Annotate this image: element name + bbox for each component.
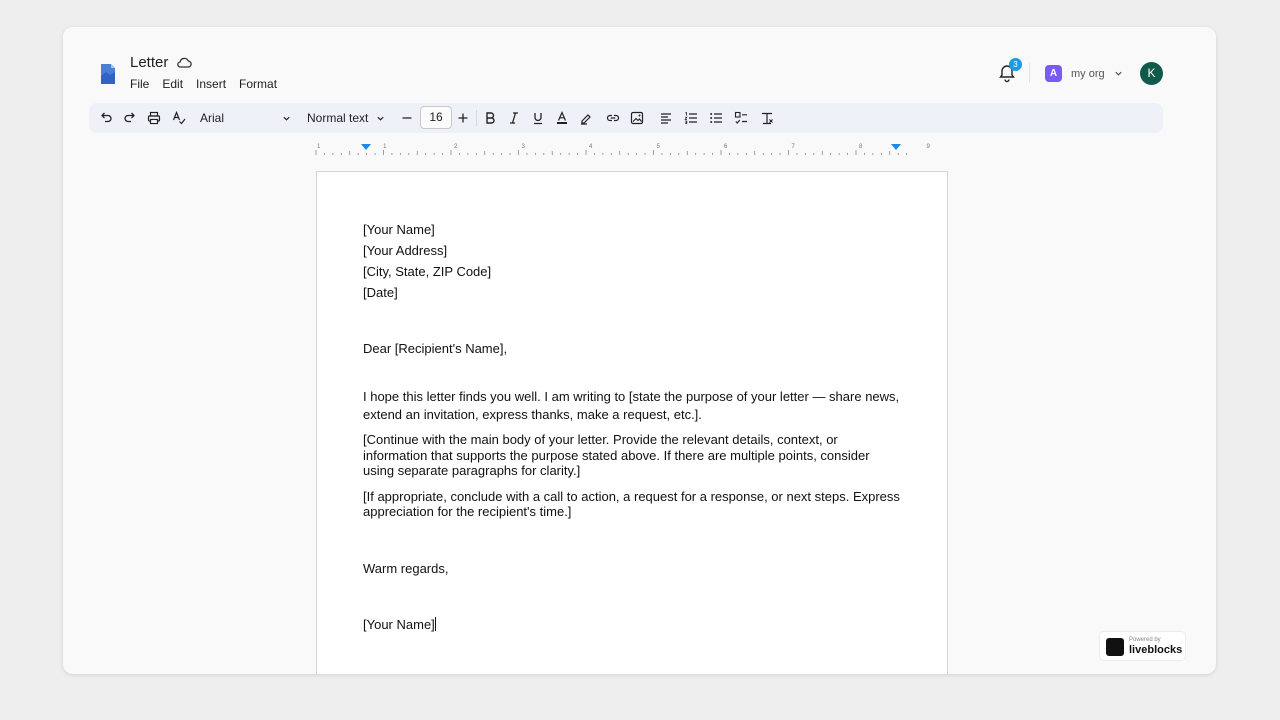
ruler-label: 7 [792, 144, 796, 150]
text-style-chevron-icon[interactable] [376, 114, 385, 123]
ruler: 1 1 2 3 4 5 6 7 8 9 [315, 144, 931, 155]
signature-line: [Your Name] [363, 614, 903, 635]
sender-address-line: [Your Address] [363, 243, 448, 258]
increase-font-size-icon[interactable] [455, 110, 471, 126]
ruler-label: 1 [383, 144, 387, 150]
image-icon[interactable] [629, 110, 645, 126]
italic-icon[interactable] [506, 110, 522, 126]
ruler-label: 8 [859, 144, 863, 150]
salutation: Dear [Recipient's Name], [363, 341, 508, 356]
signature-text: [Your Name] [363, 616, 435, 632]
right-indent-marker-icon[interactable] [891, 144, 901, 150]
font-family-chevron-icon[interactable] [282, 114, 291, 123]
ruler-label: 3 [522, 144, 526, 150]
ruler-label: 4 [589, 144, 593, 150]
org-logo: A [1045, 65, 1062, 82]
org-switcher[interactable]: A my org [1045, 65, 1123, 82]
toolbar-divider [476, 110, 477, 126]
underline-icon[interactable] [530, 110, 546, 126]
document-title[interactable]: Letter [130, 54, 168, 71]
powered-by-badge[interactable]: Powered by liveblocks [1099, 631, 1186, 661]
decrease-font-size-icon[interactable] [399, 110, 415, 126]
bulleted-list-icon[interactable] [708, 110, 724, 126]
align-icon[interactable] [658, 110, 674, 126]
print-icon[interactable] [146, 110, 162, 126]
paragraph-conclusion: [If appropriate, conclude with a call to… [363, 488, 900, 520]
title-row: Letter [130, 54, 193, 71]
ruler-label: 6 [724, 144, 728, 150]
clear-formatting-icon[interactable] [759, 110, 775, 126]
date-line: [Date] [363, 285, 398, 300]
menu-bar: File Edit Insert Format [130, 77, 277, 91]
ruler-label: 9 [927, 144, 931, 150]
undo-icon[interactable] [98, 110, 114, 126]
closing: Warm regards, [363, 560, 449, 576]
font-size-input[interactable]: 16 [420, 106, 452, 129]
notification-count-badge: 3 [1009, 58, 1022, 71]
sender-name-line: [Your Name] [363, 222, 435, 237]
spellcheck-icon[interactable] [171, 110, 187, 126]
org-name: my org [1071, 67, 1105, 80]
sender-city-line: [City, State, ZIP Code] [363, 264, 492, 279]
formatting-toolbar: Arial Normal text 16 [89, 103, 1163, 133]
left-indent-marker-icon[interactable] [361, 144, 371, 150]
chevron-down-icon [1115, 71, 1122, 76]
ruler-label: 5 [657, 144, 661, 150]
text-style-select[interactable]: Normal text [307, 110, 368, 126]
document-page[interactable]: [Your Name] [Your Address] [City, State,… [316, 171, 948, 674]
menu-file[interactable]: File [130, 77, 149, 91]
text-color-icon[interactable] [554, 110, 570, 126]
paragraph-main: [Continue with the main body of your let… [363, 432, 870, 478]
menu-edit[interactable]: Edit [162, 77, 183, 91]
editor-window: Letter File Edit Insert Format 3 A my or… [63, 27, 1216, 674]
checklist-icon[interactable] [733, 110, 749, 126]
ruler-label: 2 [454, 144, 458, 150]
letter-body[interactable]: [Your Name] [Your Address] [City, State,… [363, 219, 903, 635]
font-family-select[interactable]: Arial [200, 110, 224, 126]
paragraph-intro: I hope this letter finds you well. I am … [363, 389, 900, 422]
numbered-list-icon[interactable] [683, 110, 699, 126]
liveblocks-logo-icon [1106, 638, 1124, 656]
menu-format[interactable]: Format [239, 77, 277, 91]
header-divider [1029, 63, 1030, 83]
text-cursor [434, 616, 436, 631]
highlight-icon[interactable] [578, 110, 594, 126]
link-icon[interactable] [605, 110, 621, 126]
user-avatar[interactable]: K [1140, 62, 1163, 85]
menu-insert[interactable]: Insert [196, 77, 226, 91]
powered-by-brand: liveblocks [1129, 644, 1183, 656]
bold-icon[interactable] [482, 110, 498, 126]
document-icon [101, 64, 115, 84]
ruler-label: 1 [317, 144, 321, 150]
powered-by-label: Powered by [1129, 637, 1161, 643]
cloud-saved-icon [177, 57, 193, 68]
redo-icon[interactable] [122, 110, 138, 126]
